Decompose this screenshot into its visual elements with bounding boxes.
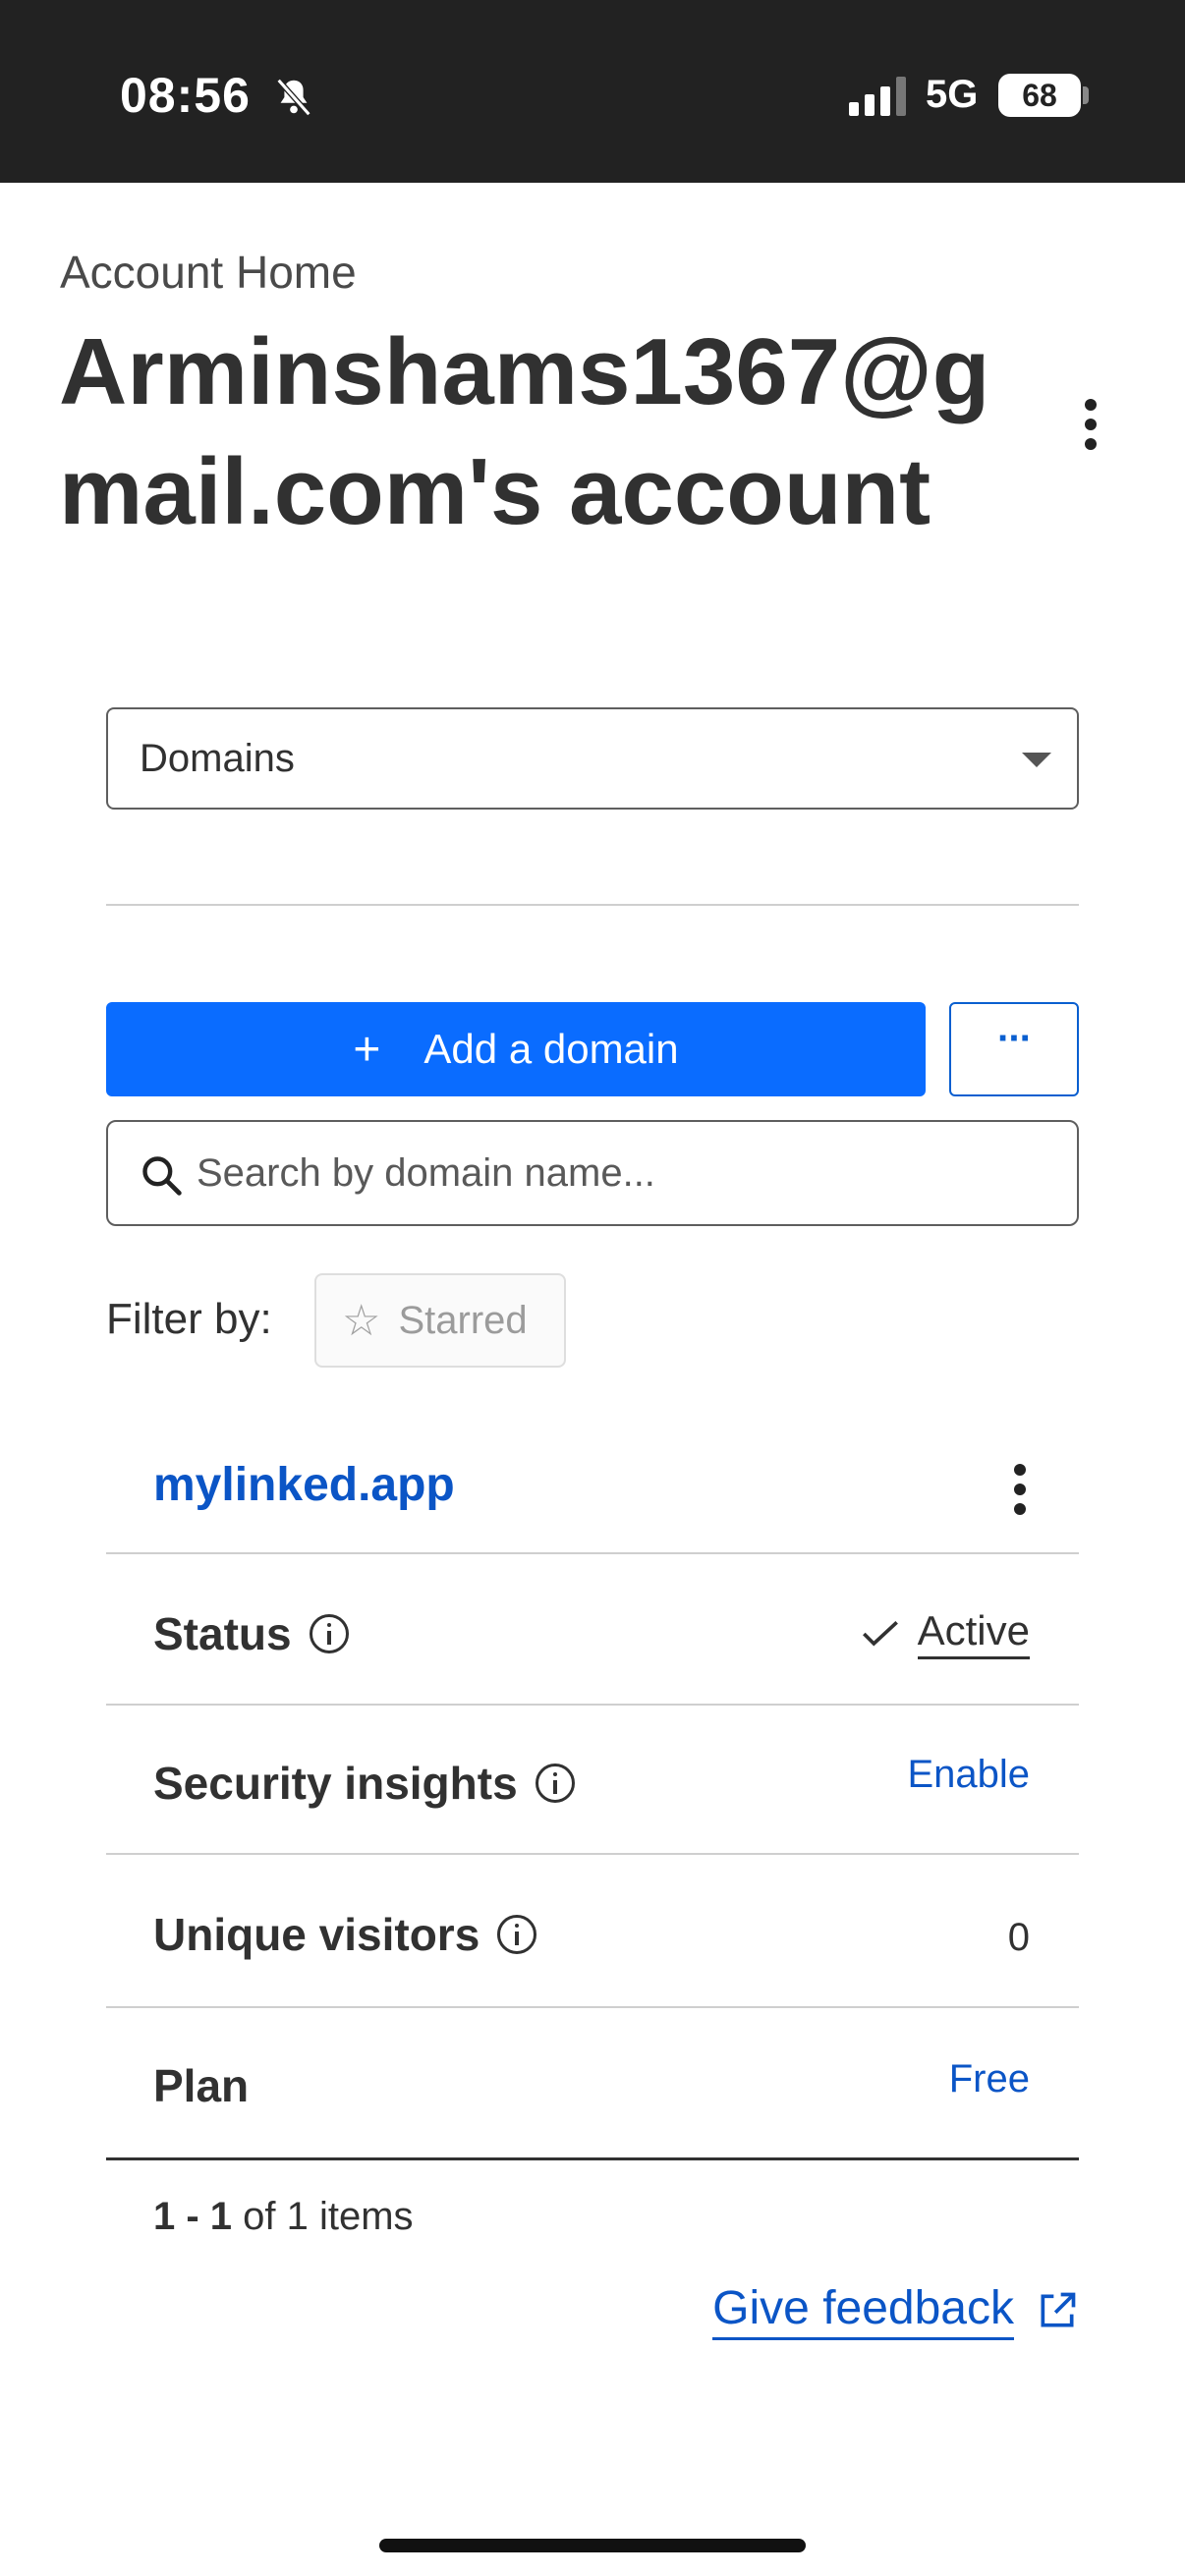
star-icon: ☆: [342, 1296, 381, 1345]
feedback-label: Give feedback: [712, 2281, 1014, 2340]
breadcrumb[interactable]: Account Home: [60, 246, 357, 299]
row-divider: [106, 2006, 1079, 2008]
plan-label: Plan: [153, 2060, 250, 2111]
search-box[interactable]: [106, 1120, 1079, 1226]
row-divider: [106, 1704, 1079, 1706]
row-divider: [106, 1552, 1079, 1554]
domain-link[interactable]: mylinked.app: [153, 1458, 455, 1512]
signal-icon: [849, 77, 906, 116]
status-bar: 08:56 5G 68: [0, 0, 1185, 183]
pagination-range: 1 - 1: [153, 2195, 233, 2238]
visitors-row-label: Unique visitors: [153, 1908, 537, 1961]
battery-icon: 68: [998, 74, 1081, 117]
divider: [106, 904, 1079, 906]
battery-tip: [1083, 86, 1089, 104]
account-menu-icon[interactable]: [1071, 389, 1110, 458]
search-icon: [142, 1156, 182, 1196]
pagination-summary: 1 - 1 of 1 items: [153, 2195, 414, 2239]
network-type: 5G: [926, 73, 979, 116]
security-enable-link[interactable]: Enable: [907, 1753, 1030, 1797]
bell-muted-icon: [276, 78, 311, 117]
status-value[interactable]: Active: [861, 1607, 1030, 1659]
visitors-value: 0: [1007, 1916, 1030, 1959]
plan-value-link[interactable]: Free: [949, 2057, 1030, 2101]
add-domain-label: Add a domain: [423, 1026, 679, 1072]
checkmark-icon: [862, 1620, 898, 1647]
status-active-text: Active: [917, 1607, 1030, 1659]
caret-down-icon: [1022, 753, 1051, 767]
status-label: Status: [153, 1608, 292, 1659]
row-divider: [106, 1853, 1079, 1855]
page-title: Arminshams1367@gmail.com's account: [59, 319, 990, 544]
plus-icon: +: [353, 1023, 381, 1076]
starred-label: Starred: [398, 1298, 528, 1342]
starred-filter-button[interactable]: ☆ Starred: [314, 1273, 566, 1368]
info-icon[interactable]: [309, 1614, 349, 1653]
status-time: 08:56: [120, 68, 251, 123]
add-domain-button[interactable]: + Add a domain: [106, 1002, 926, 1096]
pagination-suffix: of 1 items: [232, 2195, 414, 2238]
home-indicator[interactable]: [379, 2539, 806, 2552]
search-input[interactable]: [197, 1146, 1061, 1201]
security-row-label: Security insights: [153, 1757, 575, 1810]
dropdown-selected-value: Domains: [140, 737, 295, 780]
give-feedback-link[interactable]: Give feedback: [712, 2281, 1079, 2340]
status-row-label: Status: [153, 1607, 349, 1660]
security-label: Security insights: [153, 1758, 518, 1809]
plan-row-label: Plan: [153, 2059, 249, 2112]
external-link-icon: [1041, 2292, 1076, 2327]
info-icon[interactable]: [535, 1764, 575, 1803]
filter-label: Filter by:: [106, 1295, 272, 1343]
info-icon[interactable]: [497, 1915, 537, 1954]
domain-menu-icon[interactable]: [1000, 1460, 1040, 1519]
section-dropdown[interactable]: Domains: [106, 707, 1079, 810]
table-bottom-border: [106, 2157, 1079, 2160]
visitors-label: Unique visitors: [153, 1909, 480, 1960]
more-actions-button[interactable]: ···: [949, 1002, 1079, 1096]
